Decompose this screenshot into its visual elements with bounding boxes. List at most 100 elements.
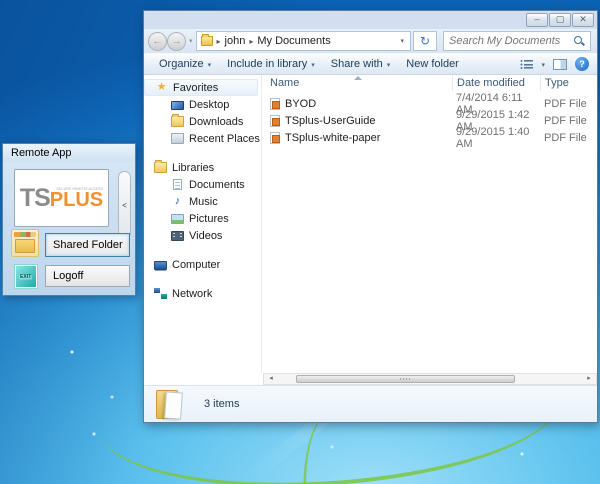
pdf-file-icon	[270, 98, 280, 110]
libraries-label: Libraries	[172, 162, 214, 174]
folder-icon	[201, 36, 213, 46]
file-name: BYOD	[285, 98, 316, 110]
file-type-cell: PDF File	[540, 98, 597, 110]
scroll-left-icon[interactable]: ◂	[264, 374, 278, 384]
remote-app-titlebar[interactable]: Remote App	[3, 144, 135, 162]
column-header-date-modified[interactable]: Date modified	[452, 75, 540, 91]
minimize-button[interactable]: –	[526, 13, 548, 27]
desktop-label: Desktop	[189, 99, 229, 111]
file-list-pane: Name Date modified Type BYOD 7/4/2014 6:…	[262, 75, 597, 373]
maximize-button[interactable]: ▢	[549, 13, 571, 27]
shared-folder-icon[interactable]	[11, 229, 39, 257]
new-folder-button[interactable]: New folder	[399, 56, 468, 72]
sidebar-item-videos[interactable]: Videos	[144, 227, 261, 244]
logo-ts-text: TS	[20, 184, 50, 212]
breadcrumb-my-documents[interactable]: My Documents	[257, 35, 330, 47]
toolbar-right-icons: ▾ ?	[520, 57, 589, 71]
file-type-cell: PDF File	[540, 115, 597, 127]
recent-places-icon	[171, 133, 184, 144]
collapse-panel-button[interactable]: <	[118, 171, 131, 239]
computer-label: Computer	[172, 259, 220, 271]
pictures-icon	[171, 214, 184, 224]
organize-label: Organize	[159, 58, 204, 70]
file-name-cell: TSplus-white-paper	[262, 132, 452, 144]
sidebar-item-documents[interactable]: Documents	[144, 176, 261, 193]
music-note-icon: ♪	[171, 196, 184, 207]
logo-plus-text: PLUS	[50, 189, 103, 211]
file-type-cell: PDF File	[540, 132, 597, 144]
scrollbar-spacer	[144, 373, 263, 385]
downloads-folder-icon	[171, 116, 184, 127]
sidebar-item-desktop[interactable]: Desktop	[144, 96, 261, 113]
search-box	[443, 31, 591, 51]
chevron-down-icon: ▾	[208, 61, 212, 69]
music-label: Music	[189, 196, 218, 208]
view-dropdown-icon[interactable]: ▾	[541, 61, 545, 69]
sidebar-item-computer[interactable]: Computer	[144, 256, 261, 273]
sidebar-item-pictures[interactable]: Pictures	[144, 210, 261, 227]
change-view-icon[interactable]	[520, 59, 533, 69]
breadcrumb-john[interactable]: john	[225, 35, 246, 47]
logoff-button[interactable]: Logoff	[45, 265, 130, 287]
explorer-titlebar[interactable]: – ▢ ✕	[144, 11, 597, 29]
include-in-library-menu[interactable]: Include in library ▾	[220, 56, 324, 72]
pdf-file-icon	[270, 132, 280, 144]
pdf-file-icon	[270, 115, 280, 127]
scrollbar-track[interactable]	[278, 374, 582, 384]
include-in-library-label: Include in library	[227, 58, 307, 70]
search-input[interactable]	[449, 35, 574, 47]
videos-icon	[171, 231, 184, 241]
back-button[interactable]: ←	[148, 32, 167, 51]
sidebar-gap	[144, 244, 261, 256]
preview-pane-icon[interactable]	[553, 59, 567, 70]
libraries-icon	[154, 162, 167, 173]
downloads-label: Downloads	[189, 116, 243, 128]
navigation-bar: ← → ▾ ▸ john ▸ My Documents ▾ ↻	[144, 29, 597, 53]
organize-menu[interactable]: Organize ▾	[152, 56, 220, 72]
sidebar-item-network[interactable]: Network	[144, 285, 261, 302]
help-icon[interactable]: ?	[575, 57, 589, 71]
shared-folder-button[interactable]: Shared Folder	[45, 233, 130, 257]
scrollbar-row: ◂ ▸	[144, 373, 597, 385]
file-row-tsplus-white-paper[interactable]: TSplus-white-paper 9/29/2015 1:40 AM PDF…	[262, 129, 597, 146]
star-icon: ★	[155, 82, 168, 93]
file-row-tsplus-userguide[interactable]: TSplus-UserGuide 9/29/2015 1:42 AM PDF F…	[262, 112, 597, 129]
items-count: 3 items	[204, 398, 239, 410]
sidebar-item-music[interactable]: ♪ Music	[144, 193, 261, 210]
column-header-type[interactable]: Type	[540, 75, 597, 91]
favorites-label: Favorites	[173, 82, 218, 94]
sort-ascending-icon	[354, 76, 362, 80]
logoff-exit-icon[interactable]: EXIT	[14, 264, 38, 289]
address-bar[interactable]: ▸ john ▸ My Documents ▾	[196, 31, 411, 51]
forward-button[interactable]: →	[167, 32, 186, 51]
pictures-label: Pictures	[189, 213, 229, 225]
sidebar-item-recent-places[interactable]: Recent Places	[144, 130, 261, 147]
refresh-button[interactable]: ↻	[413, 31, 437, 51]
folder-preview-icon	[156, 389, 186, 419]
file-row-byod[interactable]: BYOD 7/4/2014 6:11 AM PDF File	[262, 95, 597, 112]
close-button[interactable]: ✕	[572, 13, 594, 27]
search-icon[interactable]	[574, 36, 585, 47]
remote-app-window: Remote App TSPLUS SECURE REMOTE ACCESS <…	[2, 143, 136, 296]
sidebar-gap	[144, 147, 261, 159]
file-name-cell: TSplus-UserGuide	[262, 115, 452, 127]
sidebar-item-favorites[interactable]: ★ Favorites	[144, 79, 258, 96]
exit-icon-label: EXIT	[19, 274, 32, 279]
scroll-right-icon[interactable]: ▸	[582, 374, 596, 384]
explorer-main: ★ Favorites Desktop Downloads Recent Pla…	[144, 75, 597, 373]
share-with-menu[interactable]: Share with ▾	[324, 56, 400, 72]
sidebar-item-libraries[interactable]: Libraries	[144, 159, 261, 176]
history-dropdown-icon[interactable]: ▾	[189, 37, 193, 45]
horizontal-scrollbar[interactable]: ◂ ▸	[263, 373, 597, 385]
scrollbar-thumb[interactable]	[296, 375, 515, 383]
navigation-pane: ★ Favorites Desktop Downloads Recent Pla…	[144, 75, 262, 373]
column-headers: Name Date modified Type	[262, 75, 597, 91]
videos-label: Videos	[189, 230, 222, 242]
address-dropdown-icon[interactable]: ▾	[396, 37, 408, 45]
sidebar-item-downloads[interactable]: Downloads	[144, 113, 261, 130]
command-toolbar: Organize ▾ Include in library ▾ Share wi…	[144, 53, 597, 75]
documents-label: Documents	[189, 179, 245, 191]
breadcrumb-separator-icon: ▸	[217, 37, 221, 46]
tsplus-logo-panel: TSPLUS SECURE REMOTE ACCESS	[14, 169, 109, 227]
computer-icon	[154, 261, 167, 270]
